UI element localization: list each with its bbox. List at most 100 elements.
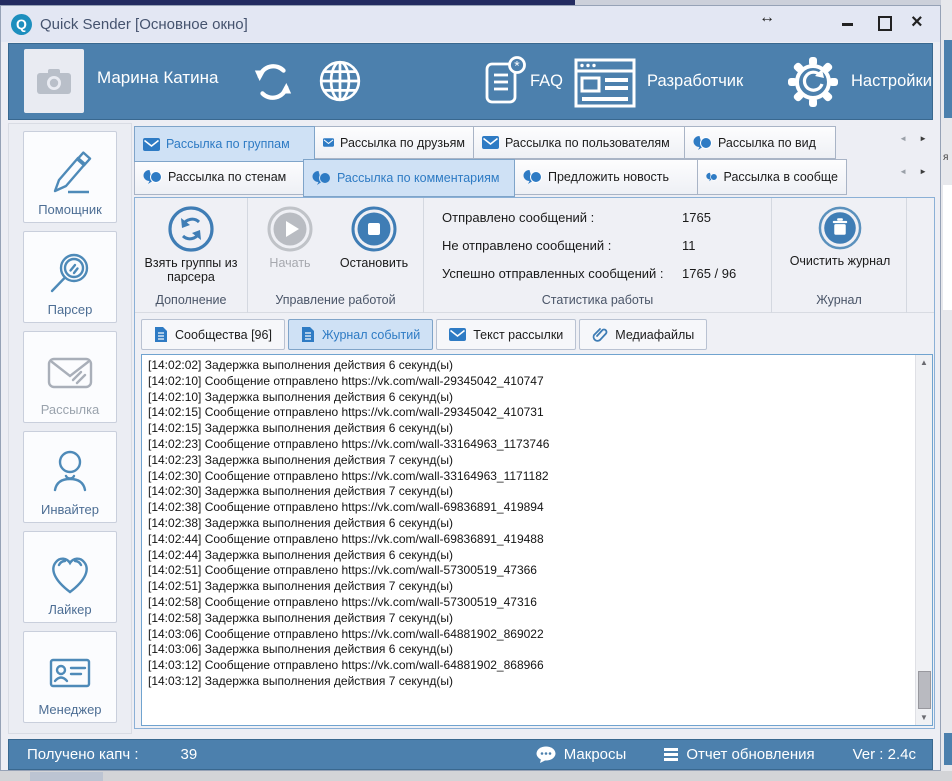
sidebar-item-manager[interactable]: Менеджер	[23, 631, 117, 723]
sidebar-label: Менеджер	[38, 702, 101, 717]
log-line: [14:02:15] Сообщение отправлено https://…	[148, 405, 914, 421]
sub-tab-bar: Сообщества [96] Журнал событий Текст рас…	[141, 319, 707, 350]
maximize-button[interactable]	[878, 16, 892, 31]
browser-window-icon	[574, 58, 636, 108]
scroll-down-icon[interactable]: ▼	[916, 713, 932, 722]
right-edge-blue-block-bottom	[944, 733, 952, 765]
sidebar-item-inviter[interactable]: Инвайтер	[23, 431, 117, 523]
scroll-right-icon[interactable]: ►	[919, 167, 927, 176]
log-line: [14:02:23] Задержка выполнения действия …	[148, 453, 914, 469]
log-line: [14:03:06] Задержка выполнения действия …	[148, 642, 914, 658]
tab-label: Рассылка по друзьям	[340, 136, 465, 150]
faq-button[interactable]: *	[484, 56, 526, 108]
scroll-up-icon[interactable]: ▲	[916, 358, 932, 367]
chat-bubbles-icon	[693, 136, 712, 150]
sidebar-item-parser[interactable]: Парсер	[23, 231, 117, 323]
sidebar-label: Парсер	[48, 302, 93, 317]
tab-label: Рассылка по комментариям	[337, 171, 499, 185]
sidebar-item-mailing[interactable]: Рассылка	[23, 331, 117, 423]
tab-row-1: Рассылка по группам Рассылка по друзьям …	[134, 126, 935, 162]
subtab-label: Сообщества [96]	[175, 328, 272, 342]
start-label: Начать	[269, 256, 310, 270]
developer-button[interactable]	[574, 58, 636, 108]
developer-label[interactable]: Разработчик	[647, 72, 743, 91]
right-edge-blue-block	[944, 40, 952, 118]
right-edge-white-block	[943, 185, 952, 310]
scrollbar-thumb[interactable]	[918, 671, 931, 709]
settings-button[interactable]	[786, 55, 840, 109]
tab-mailing-users[interactable]: Рассылка по пользователям	[473, 126, 685, 159]
stop-button[interactable]: Остановить	[328, 206, 420, 270]
bottom-edge-fragment	[30, 772, 103, 781]
scroll-left-icon[interactable]: ◄	[899, 167, 907, 176]
tab-label: Рассылка в сообще	[724, 170, 838, 184]
scroll-right-icon[interactable]: ►	[919, 134, 927, 143]
macros-button[interactable]: Макросы	[536, 746, 627, 763]
trash-icon	[818, 206, 862, 250]
sidebar-item-liker[interactable]: Лайкер	[23, 531, 117, 623]
tab-mailing-groups[interactable]: Рассылка по группам	[134, 126, 315, 162]
gear-icon	[786, 55, 840, 109]
stat-sent-value: 1765	[682, 210, 711, 225]
log-line: [14:02:10] Задержка выполнения действия …	[148, 390, 914, 406]
faq-label[interactable]: FAQ	[530, 72, 563, 91]
tab-mailing-comments[interactable]: Рассылка по комментариям	[303, 159, 515, 197]
tab-mailing-communities[interactable]: Рассылка в сообще	[697, 159, 847, 195]
settings-label[interactable]: Настройки	[851, 72, 932, 91]
content-panel: Взять группы из парсера Дополнение Начат…	[134, 197, 935, 729]
chat-bubbles-icon	[143, 170, 162, 184]
document-icon	[301, 326, 315, 343]
app-logo-icon: Q	[11, 14, 32, 35]
refresh-button[interactable]	[252, 61, 294, 103]
stat-not-sent-value: 11	[682, 238, 696, 253]
scroll-left-icon[interactable]: ◄	[899, 134, 907, 143]
sidebar-label: Лайкер	[48, 602, 91, 617]
close-button[interactable]: ×	[911, 11, 923, 34]
avatar[interactable]	[24, 49, 84, 113]
sidebar-item-helper[interactable]: Помощник	[23, 131, 117, 223]
log-line: [14:02:23] Сообщение отправлено https://…	[148, 437, 914, 453]
take-groups-button[interactable]: Взять группы из парсера	[139, 206, 243, 285]
subtab-communities[interactable]: Сообщества [96]	[141, 319, 285, 350]
captcha-label: Получено капч :	[27, 746, 139, 763]
subtab-event-log[interactable]: Журнал событий	[288, 319, 433, 350]
camera-icon	[36, 67, 72, 95]
tab-mailing-walls[interactable]: Рассылка по стенам	[134, 159, 304, 195]
globe-button[interactable]	[317, 58, 363, 104]
stop-label: Остановить	[340, 256, 408, 270]
start-button[interactable]: Начать	[252, 206, 328, 270]
tab-row-2: Рассылка по стенам Рассылка по комментар…	[134, 159, 935, 197]
log-lines: [14:02:02] Задержка выполнения действия …	[142, 355, 914, 725]
tab-label: Рассылка по пользователям	[505, 136, 670, 150]
tab-mailing-video[interactable]: Рассылка по вид	[684, 126, 836, 159]
magnifier-icon	[44, 247, 96, 299]
tab-scroll-arrows: ◄ ►	[899, 159, 935, 176]
sidebar-label: Помощник	[38, 202, 102, 217]
ribbon: Взять группы из парсера Дополнение Начат…	[135, 198, 934, 313]
log-line: [14:02:15] Задержка выполнения действия …	[148, 421, 914, 437]
hamburger-icon	[664, 748, 678, 761]
subtab-media-files[interactable]: Медиафайлы	[579, 319, 707, 350]
svg-text:*: *	[514, 58, 520, 74]
log-line: [14:03:12] Задержка выполнения действия …	[148, 674, 914, 690]
take-groups-label: Взять группы из парсера	[139, 256, 243, 285]
sidebar-label: Инвайтер	[41, 502, 99, 517]
play-icon	[267, 206, 313, 252]
log-line: [14:02:44] Задержка выполнения действия …	[148, 548, 914, 564]
speech-bubble-icon	[536, 746, 556, 763]
clear-log-button[interactable]: Очистить журнал	[788, 206, 892, 268]
ribbon-group-control: Начать Остановить Управление работой	[248, 198, 424, 313]
bottom-edge-background	[0, 771, 952, 781]
minimize-button[interactable]	[842, 23, 853, 26]
tab-label: Предложить новость	[548, 170, 669, 184]
update-report-button[interactable]: Отчет обновления	[664, 746, 814, 763]
ribbon-group-journal: Очистить журнал Журнал	[772, 198, 907, 313]
log-scrollbar[interactable]: ▲ ▼	[915, 355, 932, 725]
group-label-control: Управление работой	[248, 293, 423, 307]
window-title: Quick Sender [Основное окно]	[40, 16, 248, 33]
tab-scroll-arrows: ◄ ►	[899, 126, 935, 143]
subtab-mailing-text[interactable]: Текст рассылки	[436, 319, 576, 350]
resize-icon[interactable]: ↔	[759, 9, 775, 27]
tab-suggest-news[interactable]: Предложить новость	[514, 159, 698, 195]
tab-mailing-friends[interactable]: Рассылка по друзьям	[314, 126, 474, 159]
